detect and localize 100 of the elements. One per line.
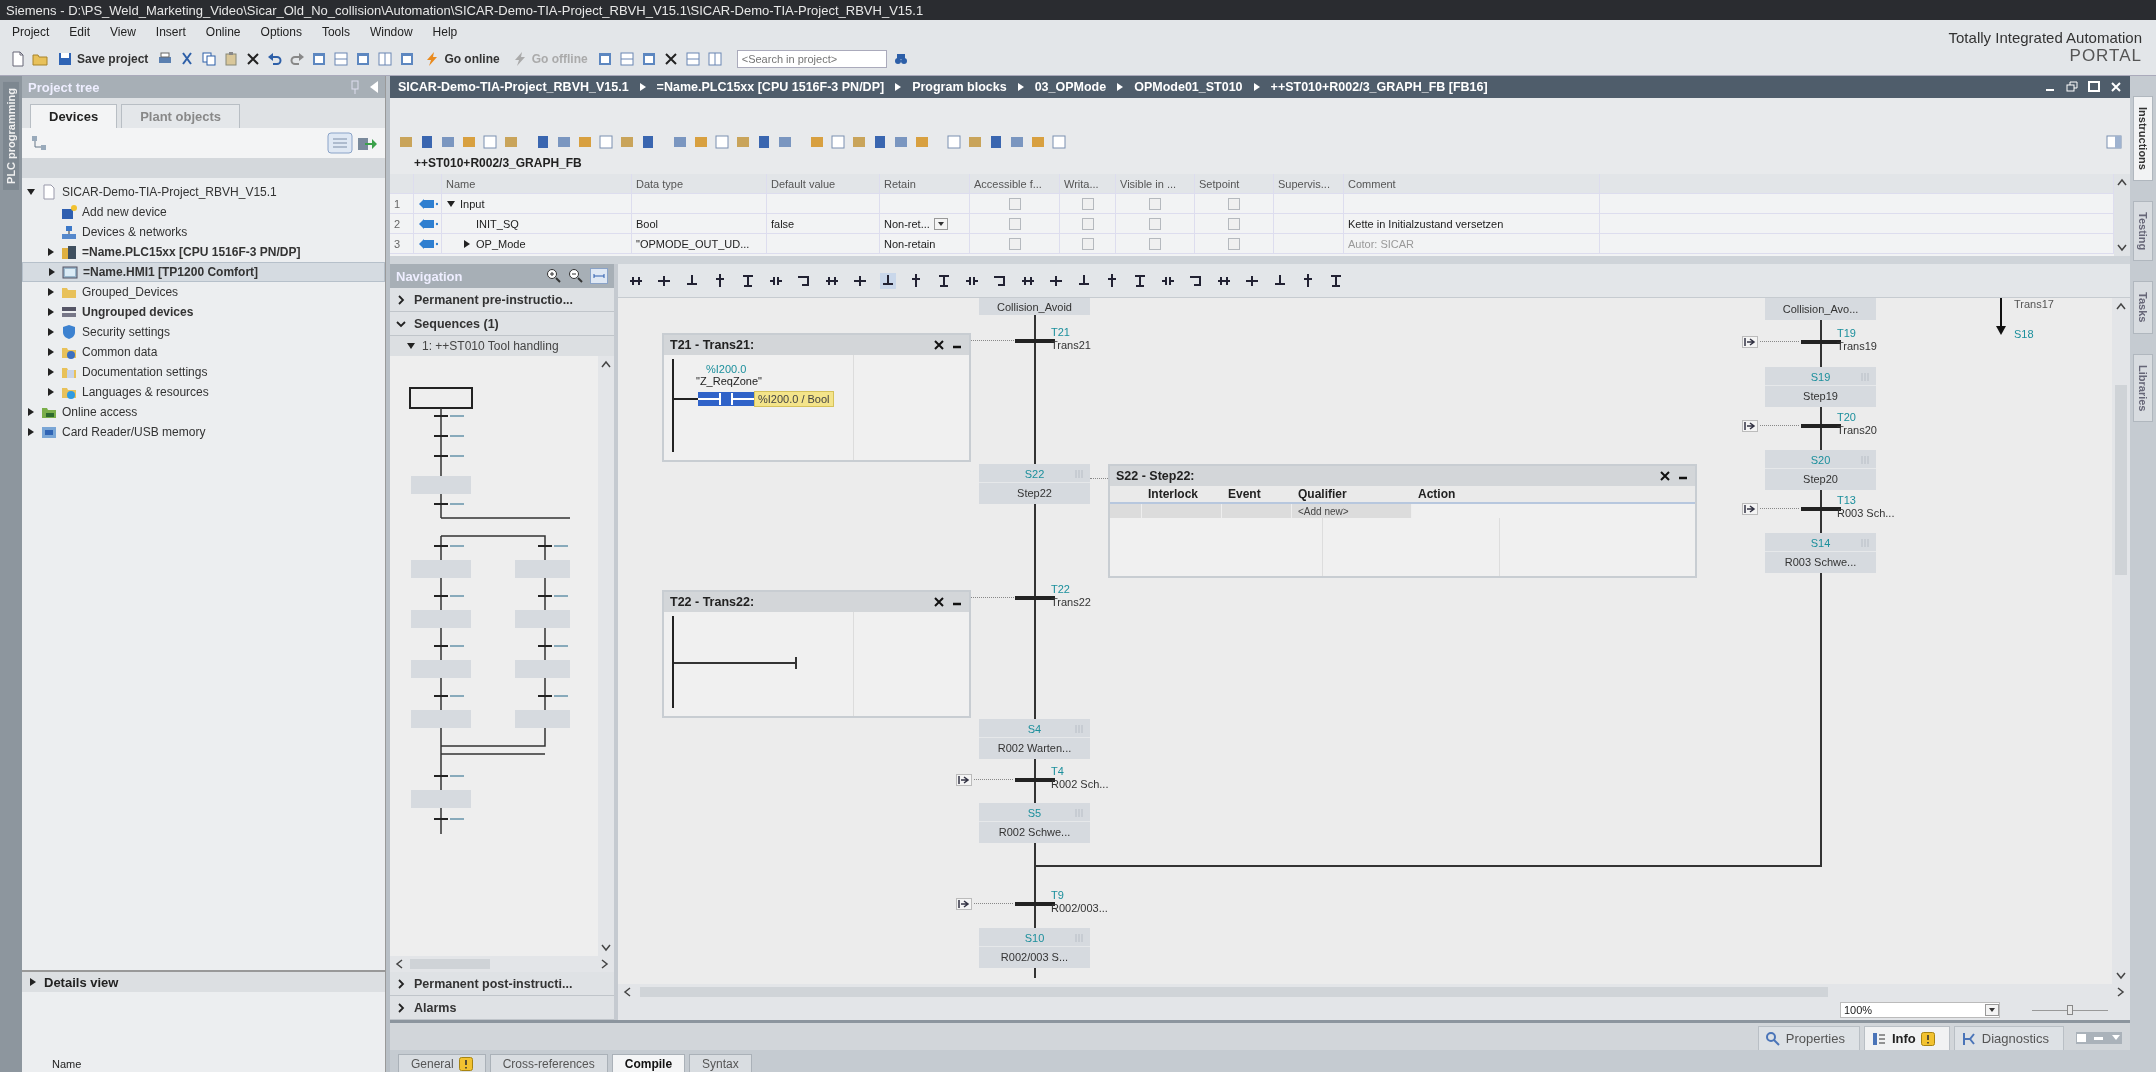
side-tab[interactable]: Instructions	[2133, 96, 2153, 181]
tree-item[interactable]: Add new device	[22, 202, 385, 222]
redo-icon[interactable]	[289, 51, 306, 67]
checkbox[interactable]	[1149, 217, 1161, 230]
save-project-button[interactable]: Save project	[54, 50, 152, 68]
breadcrumb-item[interactable]: =Name.PLC15xx [CPU 1516F-3 PN/DP]	[656, 80, 885, 94]
side-tab[interactable]: Testing	[2133, 200, 2153, 262]
delete-icon[interactable]	[245, 51, 262, 67]
editor-tool-icon[interactable]	[1009, 134, 1025, 150]
scroll-down-icon[interactable]	[600, 943, 612, 953]
collapsed-arrow-icon[interactable]	[46, 247, 56, 257]
inspector-tab[interactable]: Diagnostics	[1953, 1026, 2064, 1050]
jump-arrow-icon[interactable]	[1742, 336, 1758, 348]
breadcrumb-item[interactable]: SICAR-Demo-TIA-Project_RBVH_V15.1	[398, 80, 629, 94]
checkbox[interactable]	[1149, 197, 1161, 210]
window-icon[interactable]	[399, 51, 416, 67]
tree-item[interactable]: SICAR-Demo-TIA-Project_RBVH_V15.1	[22, 182, 385, 202]
sequence-item[interactable]: 1: ++ST010 Tool handling	[390, 336, 614, 356]
scroll-down-icon[interactable]	[2115, 971, 2127, 981]
panel-toggle-icon[interactable]	[2106, 134, 2122, 150]
tree-item[interactable]: Card Reader/USB memory	[22, 422, 385, 442]
checkbox[interactable]	[1228, 197, 1240, 210]
step-box[interactable]: S20 Step20	[1765, 450, 1876, 490]
collapsed-arrow-icon[interactable]	[46, 367, 56, 377]
breadcrumb-item[interactable]: OPMode01_ST010	[1134, 80, 1243, 94]
scroll-up-icon[interactable]	[2115, 301, 2127, 311]
menu-item[interactable]: Tools	[321, 25, 350, 39]
menu-item[interactable]: Options	[260, 25, 302, 39]
scrollbar[interactable]	[598, 356, 614, 956]
step-box[interactable]: S22 Step22	[979, 464, 1090, 504]
breadcrumb-item[interactable]: 03_OPMode	[1034, 80, 1107, 94]
menu-item[interactable]: Help	[432, 25, 458, 39]
split-horizontal-icon[interactable]	[333, 51, 350, 67]
restore-icon[interactable]	[2066, 81, 2078, 93]
inspector-tab[interactable]: Properties	[1757, 1026, 1860, 1050]
jump-arrow-icon[interactable]	[956, 898, 972, 910]
side-tab[interactable]: Libraries	[2133, 353, 2153, 423]
scroll-left-icon[interactable]	[394, 958, 404, 970]
scroll-up-icon[interactable]	[600, 359, 612, 369]
checkbox[interactable]	[1228, 237, 1240, 250]
editor-tool-icon[interactable]	[672, 134, 688, 150]
zoom-out-icon[interactable]	[568, 268, 584, 284]
new-file-icon[interactable]	[10, 51, 26, 67]
expanded-arrow-icon[interactable]	[446, 198, 456, 209]
checkbox[interactable]	[1008, 237, 1021, 250]
zoom-field[interactable]: 100%	[1840, 1002, 2000, 1018]
editor-tool-icon[interactable]	[556, 134, 572, 150]
jump-arrow-icon[interactable]	[956, 774, 972, 786]
jump-arrow-icon[interactable]	[1742, 420, 1758, 432]
breadcrumb-item[interactable]: Program blocks	[912, 80, 1007, 94]
menu-item[interactable]: Project	[12, 25, 50, 39]
expanded-arrow-icon[interactable]	[26, 187, 36, 197]
collapsed-arrow-icon[interactable]	[46, 307, 56, 317]
search-field[interactable]: <Search in project>	[736, 50, 887, 68]
editor-tool-icon[interactable]	[419, 134, 435, 150]
collapsed-arrow-icon[interactable]	[47, 267, 57, 277]
editor-tool-icon[interactable]	[640, 134, 656, 150]
menu-item[interactable]: Insert	[155, 25, 186, 39]
bottom-tab[interactable]: Compile	[611, 1054, 686, 1072]
tree-item[interactable]: Documentation settings	[22, 362, 385, 382]
scroll-right-icon[interactable]	[600, 958, 610, 970]
zoom-in-icon[interactable]	[546, 268, 562, 284]
ladder-symbol-icon[interactable]	[1132, 272, 1148, 289]
checkbox[interactable]	[1081, 237, 1094, 250]
go-online-button[interactable]: Go online	[421, 50, 503, 68]
section-header[interactable]: Alarms	[390, 996, 614, 1020]
collapsed-arrow-icon[interactable]	[462, 238, 472, 249]
tree-item[interactable]: =Name.PLC15xx [CPU 1516F-3 PN/DP]	[22, 242, 385, 262]
tree-item[interactable]: Common data	[22, 342, 385, 362]
dropdown-icon[interactable]	[933, 217, 948, 230]
tree-item[interactable]: Online access	[22, 402, 385, 422]
delete-icon[interactable]	[662, 51, 679, 67]
side-tab[interactable]: Tasks	[2133, 281, 2153, 334]
window-icon[interactable]	[596, 51, 613, 67]
panel-tab[interactable]: Devices	[30, 104, 118, 128]
split-vertical-icon[interactable]	[377, 51, 394, 67]
breadcrumb-item[interactable]: ++ST010+R002/3_GRAPH_FB [FB16]	[1270, 80, 1488, 94]
contact-symbol[interactable]	[698, 392, 754, 406]
ladder-symbol-icon[interactable]	[936, 272, 952, 289]
ladder-symbol-icon[interactable]	[1328, 272, 1344, 289]
checkbox[interactable]	[1008, 197, 1021, 210]
window-icon[interactable]	[640, 51, 657, 67]
step-box[interactable]: S10 R002/003 S...	[979, 928, 1090, 968]
close-icon[interactable]	[1659, 470, 1671, 482]
checkbox[interactable]	[1149, 237, 1161, 250]
scroll-right-icon[interactable]	[2116, 986, 2126, 998]
collapsed-arrow-icon[interactable]	[28, 977, 38, 987]
paste-icon[interactable]	[223, 51, 240, 67]
ladder-symbol-icon[interactable]	[740, 272, 756, 289]
tree-item[interactable]: Languages & resources	[22, 382, 385, 402]
split-horizontal-icon[interactable]	[684, 51, 701, 67]
maximize-icon[interactable]	[2088, 81, 2100, 93]
menu-item[interactable]: Window	[369, 25, 413, 39]
scrollbar[interactable]	[390, 956, 614, 972]
bottom-tab[interactable]: Cross-references	[489, 1054, 608, 1072]
editor-tool-icon[interactable]	[535, 134, 551, 150]
scroll-down-icon[interactable]	[2116, 243, 2128, 253]
bottom-tab[interactable]: General	[398, 1054, 486, 1072]
window-icon[interactable]	[311, 51, 328, 67]
step-box[interactable]: S5 R002 Schwe...	[979, 803, 1090, 843]
